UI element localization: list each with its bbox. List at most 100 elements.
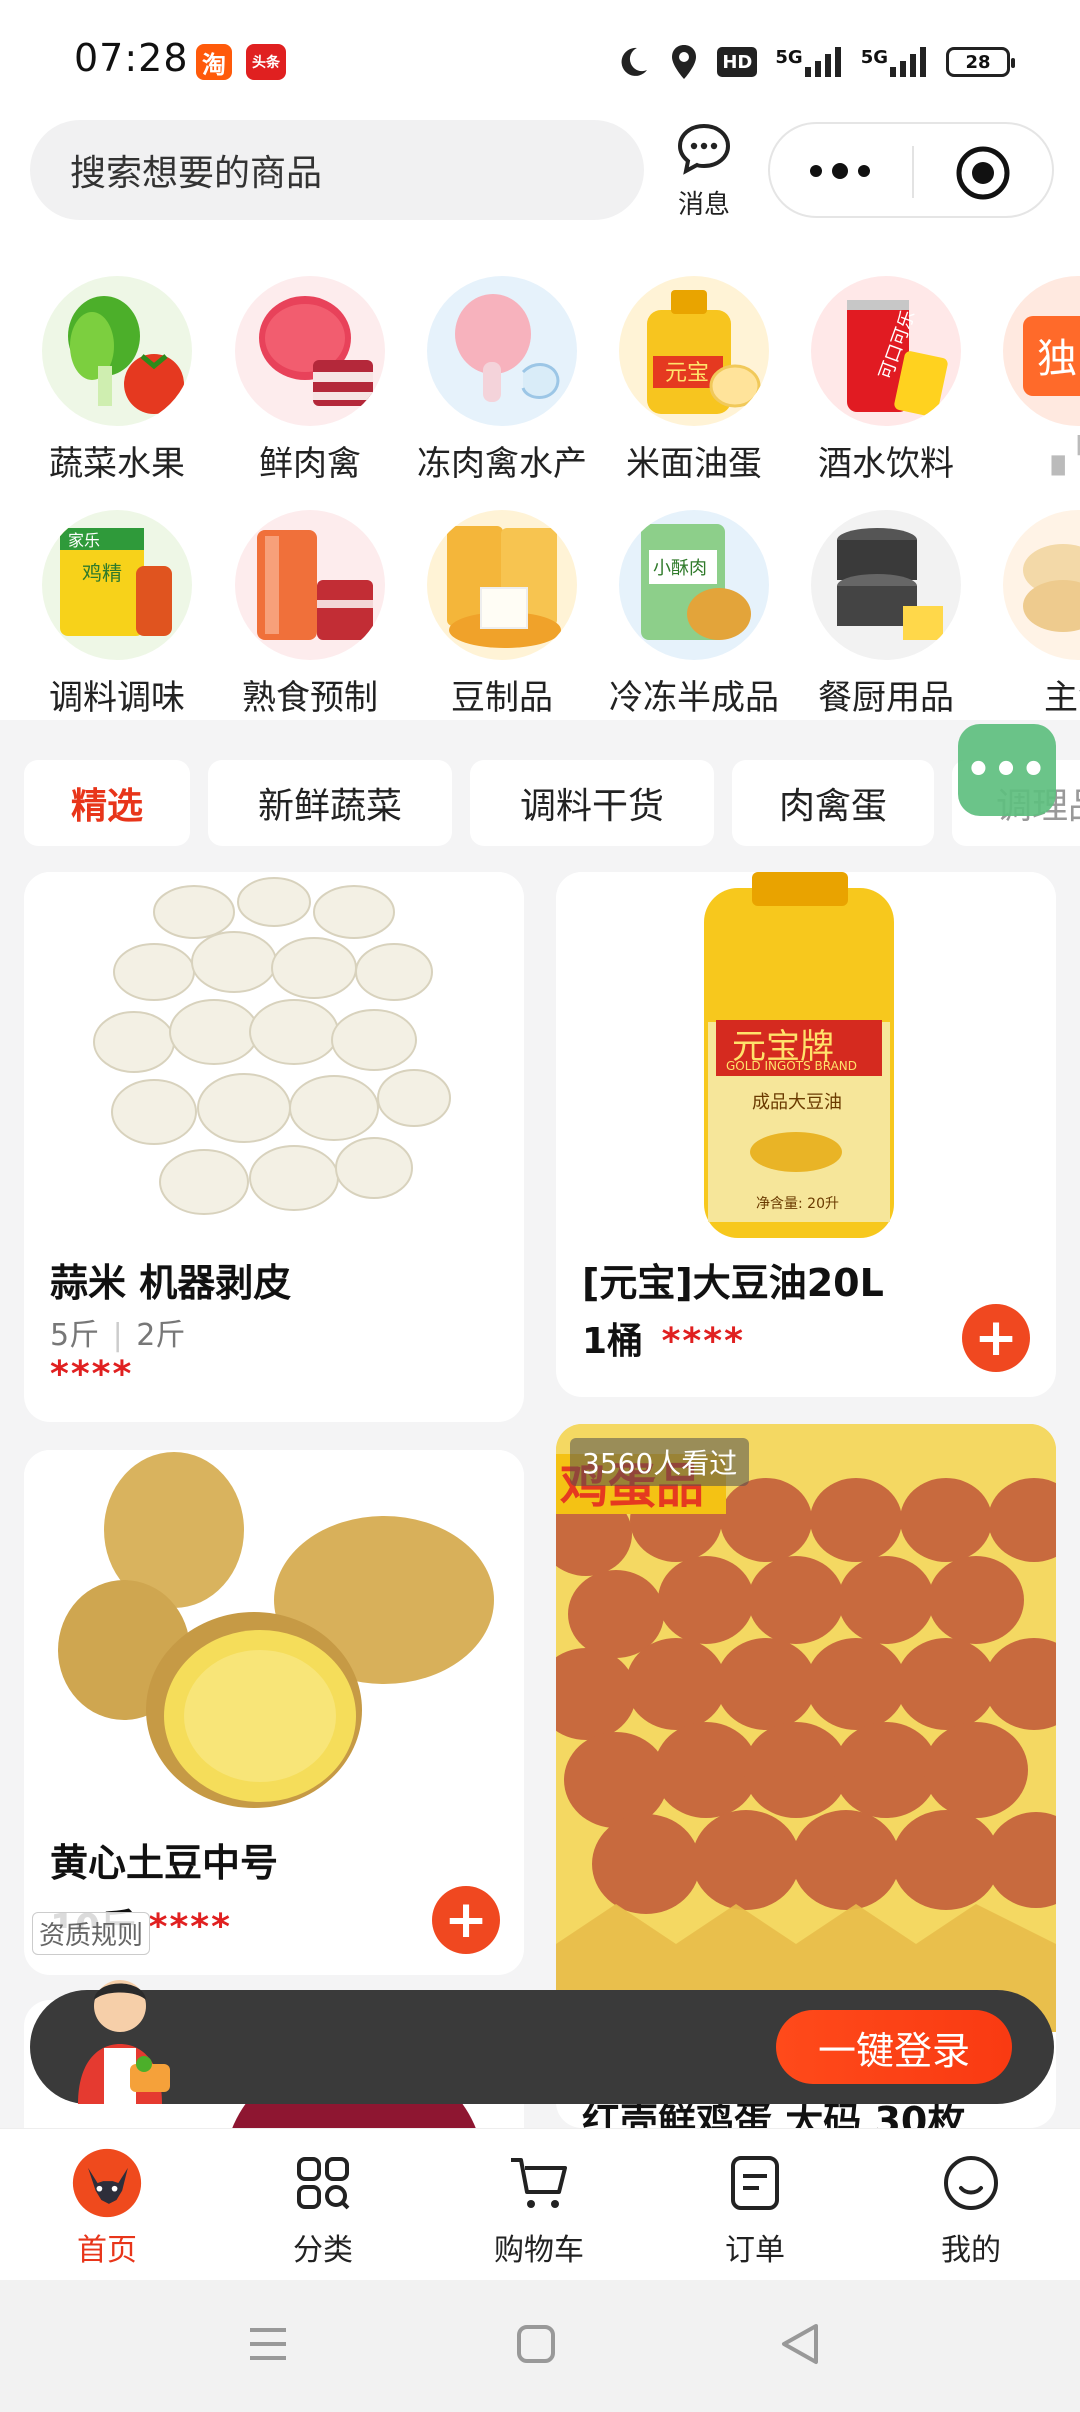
oil-bottle-english: GOLD INGOTS BRAND — [726, 1059, 857, 1073]
category-grid: 蔬菜水果 鲜肉禽 冻肉禽水产 元宝 米面油蛋 可口可乐 酒水饮料 独 ▖ 家乐 … — [0, 240, 1080, 720]
home-square-icon[interactable] — [516, 2324, 556, 2368]
eggs-image: 鸡蛋品 — [556, 1424, 1056, 2032]
system-navigation-bar — [0, 2280, 1080, 2412]
potatoes-image — [24, 1450, 524, 1820]
signal-5g-icon: 5G — [775, 47, 842, 77]
qualification-rules-link[interactable]: 资质规则 — [32, 1912, 151, 1955]
home-donkey-icon — [71, 2147, 143, 2219]
category-label: 酒水饮料 — [818, 444, 954, 484]
chat-bubble-icon — [677, 123, 731, 175]
filter-tabs: 精选 新鲜蔬菜 调料干货 肉禽蛋 调理品 — [0, 760, 1080, 850]
nav-profile[interactable]: 我的 — [881, 2147, 1061, 2269]
category-drinks[interactable]: 可口可乐 酒水饮料 — [796, 276, 976, 485]
spec-divider: | — [112, 1318, 123, 1353]
one-click-login-button[interactable]: 一键登录 — [776, 2010, 1012, 2084]
more-options-icon[interactable] — [806, 158, 874, 188]
nav-categories[interactable]: 分类 — [233, 2147, 413, 2269]
category-label: 冻肉禽水产 — [417, 444, 587, 484]
tab-fresh-vegetables[interactable]: 新鲜蔬菜 — [208, 760, 452, 846]
product-price: **** — [661, 1321, 745, 1362]
battery-icon: 28 — [946, 47, 1015, 77]
hd-icon: HD — [717, 47, 758, 77]
partial-category-badge: 独 — [1037, 336, 1077, 382]
category-seasoning[interactable]: 家乐 鸡精 调料调味 — [27, 510, 207, 719]
category-partial[interactable]: 独 ▖▘ — [988, 276, 1080, 476]
category-label: 鲜肉禽 — [259, 444, 361, 484]
category-rice-flour-oil-eggs[interactable]: 元宝 米面油蛋 — [604, 276, 784, 485]
bottom-navigation: 首页 分类 购物车 订单 我的 — [0, 2128, 1080, 2280]
nav-label: 分类 — [293, 2233, 353, 2268]
spec-option-1[interactable]: 5斤 — [50, 1318, 99, 1353]
category-frozen-semi-finished[interactable]: 小酥肉 冷冻半成品 — [604, 510, 784, 719]
miniprogram-capsule — [768, 122, 1054, 218]
category-vegetables-fruits[interactable]: 蔬菜水果 — [27, 276, 207, 485]
category-label: 冷冻半成品 — [609, 678, 779, 718]
network-label-1: 5G — [775, 47, 803, 68]
oil-logo-text: 元宝 — [665, 361, 709, 386]
add-to-cart-button[interactable]: + — [432, 1886, 500, 1954]
category-label: 主食 — [1044, 678, 1080, 718]
tab-seasoning-dry-goods[interactable]: 调料干货 — [470, 760, 714, 846]
spec-option-2[interactable]: 2斤 — [136, 1318, 185, 1353]
status-time: 07:28 — [74, 36, 189, 80]
seasoning-brand-text: 家乐 — [68, 531, 100, 550]
product-card-garlic[interactable]: 蒜米 机器剥皮 5斤 | 2斤 **** — [24, 872, 524, 1422]
spec-option: 1桶 — [582, 1321, 644, 1362]
nav-home[interactable]: 首页 — [17, 2147, 197, 2269]
category-label: 蔬菜水果 — [49, 444, 185, 484]
category-kitchenware[interactable]: 餐厨用品 — [796, 510, 976, 719]
back-triangle-icon[interactable] — [780, 2322, 820, 2370]
taobao-notification-icon: 淘 — [196, 44, 232, 80]
tab-featured[interactable]: 精选 — [24, 760, 190, 846]
partial-category-image: 独 — [1003, 276, 1080, 426]
fresh-meat-image — [235, 276, 385, 426]
category-label: 餐厨用品 — [818, 678, 954, 718]
menu-icon[interactable] — [248, 2324, 288, 2368]
status-icons: HD 5G 5G 28 — [615, 40, 1015, 84]
nav-orders[interactable]: 订单 — [665, 2147, 845, 2269]
product-card-potatoes[interactable]: 黄心土豆中号 10斤 **** + — [24, 1450, 524, 1975]
oil-bottle-volume: 净含量: 20升 — [756, 1196, 839, 1212]
capsule-divider — [912, 146, 914, 198]
add-to-cart-button[interactable]: + — [962, 1304, 1030, 1372]
status-bar: 07:28 淘 头条 HD 5G 5G 28 — [0, 0, 1080, 120]
drinks-image: 可口可乐 — [811, 276, 961, 426]
login-prompt-bar: 一键登录 — [30, 1980, 1054, 2104]
close-miniprogram-icon[interactable] — [954, 144, 1012, 206]
frozen-meat-image — [427, 276, 577, 426]
category-label: 调料调味 — [49, 678, 185, 718]
floating-menu-button[interactable]: ••• — [958, 724, 1056, 816]
app-screen: 07:28 淘 头条 HD 5G 5G 28 搜索想要的商品 消息 蔬菜水果 鲜… — [0, 0, 1080, 2412]
product-title: 黄心土豆中号 — [50, 1841, 279, 1885]
search-header: 搜索想要的商品 消息 — [0, 120, 1080, 240]
category-staples[interactable]: 主食 — [988, 510, 1080, 719]
search-input[interactable]: 搜索想要的商品 — [30, 120, 644, 220]
category-label: 豆制品 — [451, 678, 553, 718]
messages-label: 消息 — [677, 190, 730, 220]
oil-bottle-description: 成品大豆油 — [752, 1092, 842, 1113]
category-label-partial: ▖▘ — [1051, 436, 1080, 476]
orders-icon — [719, 2147, 791, 2219]
profile-smile-icon — [935, 2147, 1007, 2219]
nav-label: 首页 — [77, 2233, 137, 2268]
vegetables-image — [42, 276, 192, 426]
category-label: 熟食预制 — [242, 678, 378, 718]
kitchenware-image — [811, 510, 961, 660]
product-title: 蒜米 机器剥皮 — [50, 1261, 292, 1305]
views-count-badge: 3560人看过 — [570, 1438, 750, 1486]
network-label-2: 5G — [860, 47, 888, 68]
product-spec: 5斤 | 2斤 — [50, 1310, 185, 1354]
product-card-soybean-oil[interactable]: 元宝牌 GOLD INGOTS BRAND 成品大豆油 净含量: 20升 [元宝… — [556, 872, 1056, 1397]
product-title: [元宝]大豆油20L — [582, 1261, 884, 1305]
cooked-food-image — [235, 510, 385, 660]
nav-cart[interactable]: 购物车 — [449, 2147, 629, 2269]
nav-label: 订单 — [725, 2233, 785, 2268]
messages-button[interactable]: 消息 — [668, 122, 740, 221]
category-tofu[interactable]: 豆制品 — [412, 510, 592, 719]
category-frozen-meat-seafood[interactable]: 冻肉禽水产 — [412, 276, 592, 485]
category-cooked-food[interactable]: 熟食预制 — [220, 510, 400, 719]
shopping-cart-icon — [503, 2147, 575, 2219]
tab-meat-poultry-eggs[interactable]: 肉禽蛋 — [732, 760, 934, 846]
category-fresh-meat[interactable]: 鲜肉禽 — [220, 276, 400, 485]
product-price: **** — [148, 1907, 232, 1928]
